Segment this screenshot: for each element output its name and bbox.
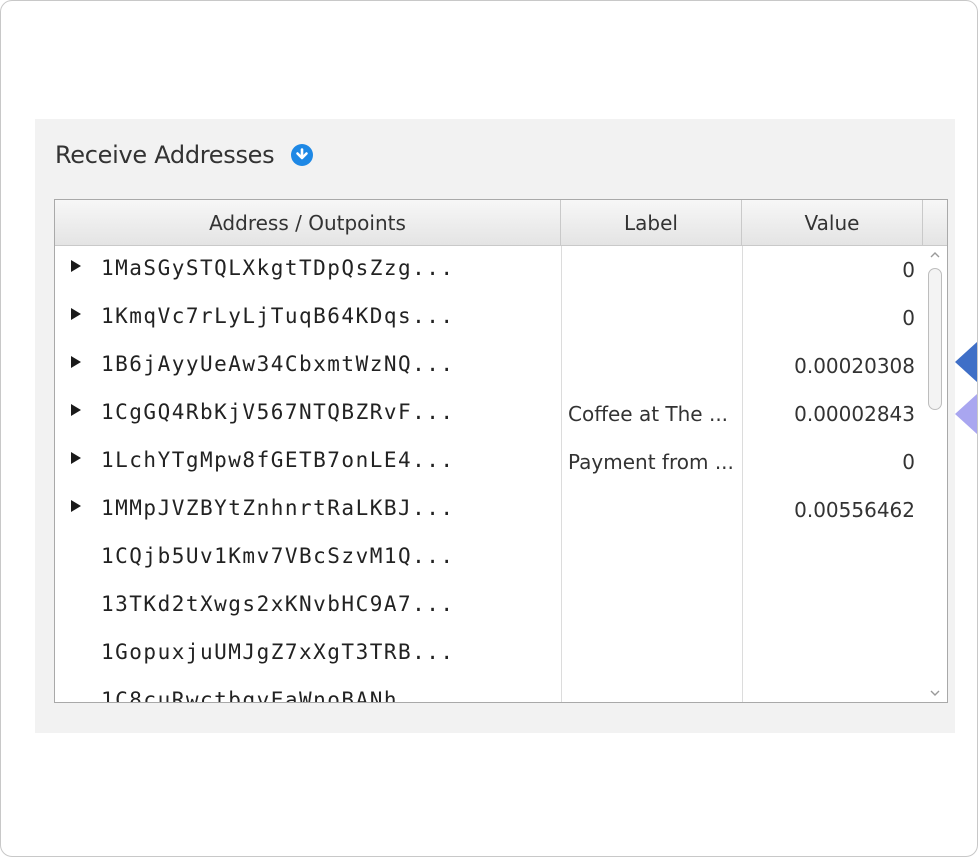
address-cell: 1CgGQ4RbKjV567NTQBZRvF... [101, 400, 455, 424]
arrow-left-icon [955, 342, 977, 382]
app-frame: Receive Addresses Address / Outpoints La… [0, 0, 978, 857]
table-row[interactable]: 1LchYTgMpw8fGETB7onLE4... Payment from .… [55, 438, 923, 486]
table-row[interactable]: 1CQjb5Uv1Kmv7VBcSzvM1Q... [55, 534, 923, 582]
table-row[interactable]: 1GopuxjuUMJgZ7xXgT3TRB... [55, 630, 923, 678]
table-row[interactable]: 1C8cuRwctbqvEaWnoBANh... [55, 678, 923, 702]
value-cell: 0.00002843 [794, 402, 915, 426]
vertical-scrollbar[interactable] [923, 246, 947, 702]
expand-arrow-icon[interactable] [71, 356, 81, 368]
panel-title: Receive Addresses [55, 141, 275, 169]
address-cell: 1MMpJVZBYtZnhnrtRaLKBJ... [101, 496, 455, 520]
address-cell: 13TKd2tXwgs2xKNvbHC9A7... [101, 592, 455, 616]
address-cell: 1MaSGySTQLXkgtTDpQsZzg... [101, 256, 455, 280]
table-row[interactable]: 1MMpJVZBYtZnhnrtRaLKBJ... 0.00556462 [55, 486, 923, 534]
expand-arrow-icon[interactable] [71, 308, 81, 320]
table-row[interactable]: 1MaSGySTQLXkgtTDpQsZzg... 0 [55, 246, 923, 294]
table-row[interactable]: 13TKd2tXwgs2xKNvbHC9A7... [55, 582, 923, 630]
download-circle-icon[interactable] [290, 143, 314, 167]
chevron-down-icon[interactable] [928, 686, 942, 700]
column-header-label[interactable]: Label [561, 200, 742, 245]
expand-arrow-icon[interactable] [71, 452, 81, 464]
value-cell: 0 [902, 450, 915, 474]
addresses-table: Address / Outpoints Label Value 1MaSGyST… [54, 199, 948, 703]
value-cell: 0.00020308 [794, 354, 915, 378]
label-cell: Payment from ... [568, 450, 734, 474]
address-cell: 1C8cuRwctbqvEaWnoBANh... [101, 688, 441, 702]
expand-arrow-icon[interactable] [71, 260, 81, 272]
address-cell: 1GopuxjuUMJgZ7xXgT3TRB... [101, 640, 455, 664]
table-row[interactable]: 1CgGQ4RbKjV567NTQBZRvF... Coffee at The … [55, 390, 923, 438]
arrow-left-icon [955, 394, 977, 434]
address-cell: 1B6jAyyUeAw34CbxmtWzNQ... [101, 352, 455, 376]
address-cell: 1KmqVc7rLyLjTuqB64KDqs... [101, 304, 455, 328]
table-row[interactable]: 1KmqVc7rLyLjTuqB64KDqs... 0 [55, 294, 923, 342]
expand-arrow-icon[interactable] [71, 500, 81, 512]
column-header-address[interactable]: Address / Outpoints [55, 200, 561, 245]
address-cell: 1CQjb5Uv1Kmv7VBcSzvM1Q... [101, 544, 455, 568]
address-cell: 1LchYTgMpw8fGETB7onLE4... [101, 448, 455, 472]
expand-arrow-icon[interactable] [71, 404, 81, 416]
label-cell: Coffee at The ... [568, 402, 729, 426]
value-cell: 0.00556462 [794, 498, 915, 522]
scrollbar-thumb[interactable] [928, 268, 942, 410]
value-cell: 0 [902, 306, 915, 330]
table-row[interactable]: 1B6jAyyUeAw34CbxmtWzNQ... 0.00020308 [55, 342, 923, 390]
table-header: Address / Outpoints Label Value [55, 200, 947, 246]
panel-header: Receive Addresses [55, 141, 314, 169]
header-corner [923, 200, 947, 245]
column-header-value[interactable]: Value [742, 200, 923, 245]
receive-addresses-panel: Receive Addresses Address / Outpoints La… [35, 119, 955, 733]
value-cell: 0 [902, 258, 915, 282]
table-body: 1MaSGySTQLXkgtTDpQsZzg... 0 1KmqVc7rLyLj… [55, 246, 923, 702]
chevron-up-icon[interactable] [928, 248, 942, 262]
